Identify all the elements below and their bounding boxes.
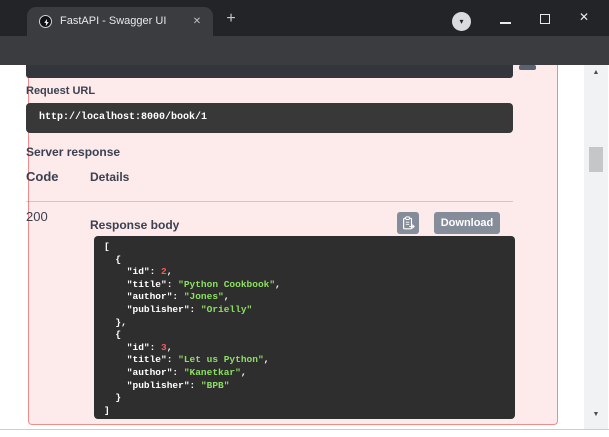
page-scrollbar[interactable]: ▲ ▼ xyxy=(584,65,608,429)
details-column-header: Details xyxy=(90,170,129,184)
browser-window: FastAPI - Swagger UI ✕ + ▾ ✕ ← → ⟳ ⌂ ⓘ l… xyxy=(0,0,609,437)
curl-command-box xyxy=(26,65,513,78)
scrollbar-thumb[interactable] xyxy=(589,147,603,172)
download-button[interactable]: Download xyxy=(434,212,500,234)
new-tab-button[interactable]: + xyxy=(222,10,240,28)
server-response-label: Server response xyxy=(26,145,120,159)
tab-search-button[interactable]: ▾ xyxy=(452,12,471,31)
request-url-box: http://localhost:8000/book/1 xyxy=(26,103,513,133)
curl-scrollbar[interactable] xyxy=(519,65,536,70)
request-url-value: http://localhost:8000/book/1 xyxy=(39,103,207,133)
maximize-button[interactable] xyxy=(540,14,550,24)
request-url-label: Request URL xyxy=(26,85,95,97)
browser-toolbar: ← → ⟳ ⌂ ⓘ localhost:8000/docs#/default/d… xyxy=(0,36,609,65)
tab-title: FastAPI - Swagger UI xyxy=(60,15,180,27)
minimize-button[interactable] xyxy=(500,22,511,24)
scroll-up-icon[interactable]: ▲ xyxy=(584,69,608,76)
scroll-down-icon[interactable]: ▼ xyxy=(584,411,608,418)
window-close-button[interactable]: ✕ xyxy=(576,9,592,25)
response-table-divider xyxy=(26,201,513,202)
clipboard-icon xyxy=(401,216,415,230)
tab-close-icon[interactable]: ✕ xyxy=(189,14,205,30)
window-bottom-edge xyxy=(0,429,609,430)
response-body-label: Response body xyxy=(90,218,179,232)
copy-to-clipboard-button[interactable] xyxy=(397,212,419,234)
response-body-box: [ { "id": 2, "title": "Python Cookbook",… xyxy=(94,236,515,419)
page-viewport: Request URL http://localhost:8000/book/1… xyxy=(0,65,609,437)
fastapi-favicon-icon xyxy=(39,15,52,28)
titlebar: FastAPI - Swagger UI ✕ + ▾ ✕ xyxy=(0,0,609,36)
code-column-header: Code xyxy=(26,169,59,184)
browser-tab[interactable]: FastAPI - Swagger UI ✕ xyxy=(27,7,213,36)
status-code: 200 xyxy=(26,209,48,224)
response-json: [ { "id": 2, "title": "Python Cookbook",… xyxy=(104,241,281,417)
